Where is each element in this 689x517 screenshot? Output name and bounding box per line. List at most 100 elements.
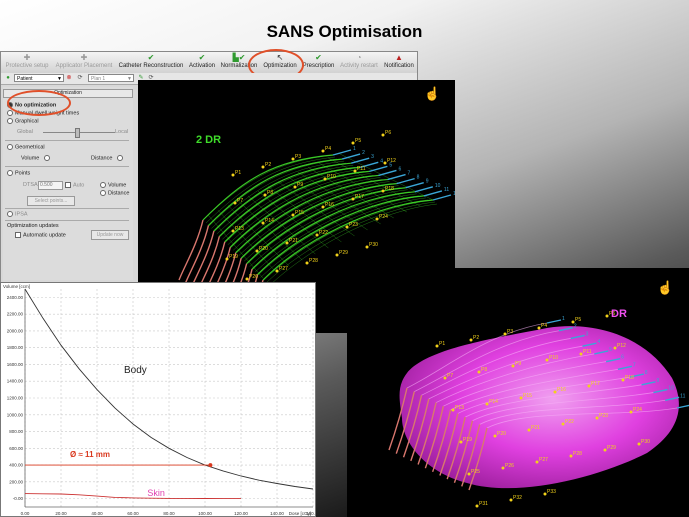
catheter-number: 1 xyxy=(562,316,565,322)
catheter-number: 6 xyxy=(621,355,624,361)
activation-button[interactable]: ✔ Activation xyxy=(187,53,217,72)
catheter-number: 11 xyxy=(444,187,449,193)
plan-select[interactable]: Plan 1 ▼ xyxy=(88,74,134,82)
dose-point-label: P8 xyxy=(267,190,273,196)
dose-point-label: P22 xyxy=(319,230,328,236)
dose-point-label: P24 xyxy=(633,407,642,413)
dose-point-label: P33 xyxy=(547,489,556,495)
dtsa-label: DTSA xyxy=(23,182,38,188)
plus-icon: ✚ xyxy=(23,53,31,62)
y-tick-label: 2000.00 xyxy=(7,328,24,333)
check-icon: ✔ xyxy=(315,53,322,62)
dose-point-label: P19 xyxy=(229,254,238,260)
dose-point-label: P1 xyxy=(235,170,241,176)
points-option[interactable]: Points xyxy=(7,170,30,176)
catheter-tip xyxy=(332,149,352,156)
catheter-number: 9 xyxy=(426,179,429,185)
catheter-number: 7 xyxy=(408,171,411,177)
dose-point-label: P12 xyxy=(617,343,626,349)
marker-label: Ø ≈ 11 mm xyxy=(70,450,110,459)
global-label: Global xyxy=(17,129,33,135)
update-now-button[interactable]: Update now xyxy=(91,230,129,240)
dose-point-label: P15 xyxy=(295,210,304,216)
dose-point-label: P16 xyxy=(557,387,566,393)
dose-point-label: P2 xyxy=(265,162,271,168)
graphical-option[interactable]: Graphical xyxy=(7,118,39,124)
dose-point-label: P4 xyxy=(325,146,331,152)
hand-icon[interactable]: ☝ xyxy=(657,280,673,296)
y-tick-label: 2200.00 xyxy=(7,312,24,317)
refresh-icon[interactable]: ⟳ xyxy=(76,74,84,82)
y-tick-label: 1600.00 xyxy=(7,362,24,367)
view-2dr-label: 2 DR xyxy=(196,134,222,146)
dose-point-label: P26 xyxy=(505,463,514,469)
catheter-number: 8 xyxy=(645,370,648,376)
prescription-button[interactable]: ✔ Prescription xyxy=(302,53,335,72)
catheter-tip xyxy=(405,182,424,189)
dose-point-label: P10 xyxy=(327,174,336,180)
catheter-tip xyxy=(432,194,452,201)
x-tick-label: 40.00 xyxy=(91,511,103,516)
hand-icon[interactable]: ☝ xyxy=(424,86,440,102)
catheter-tip xyxy=(387,173,406,181)
catheter-tip xyxy=(396,177,415,185)
dose-point-label: P7 xyxy=(447,373,453,379)
protective-setup-button[interactable]: ✚ Protective setup xyxy=(5,53,49,72)
dtsa-field[interactable]: 0.500 xyxy=(38,181,63,190)
view-dr[interactable]: 123456789101112 P1P2P3P4P5P6P7P8P9P10P11… xyxy=(347,268,689,517)
dose-point-label: P21 xyxy=(531,425,540,431)
dose-point-label: P20 xyxy=(259,246,268,252)
geometrical-option[interactable]: Geometrical xyxy=(7,144,45,150)
marker-point xyxy=(208,463,213,468)
dose-point-label: P8 xyxy=(481,367,487,373)
dose-point-label: P17 xyxy=(591,381,600,387)
x-tick-label: 80.00 xyxy=(163,511,175,516)
y-tick-label: -0.00 xyxy=(13,496,24,501)
auto-checkbox[interactable]: Auto xyxy=(65,182,84,188)
distance2-option[interactable]: Distance xyxy=(100,190,129,196)
catheter-number: 9 xyxy=(657,378,660,384)
x-tick-label: 20.00 xyxy=(55,511,67,516)
select-points-button[interactable]: Select points... xyxy=(27,196,75,206)
y-tick-label: 400.00 xyxy=(9,463,23,468)
volume-option[interactable]: Volume xyxy=(21,155,52,161)
dose-point-label: P23 xyxy=(599,413,608,419)
dose-point-label: P25 xyxy=(471,469,480,475)
catheter-number: 2 xyxy=(362,150,365,156)
dose-point-label: P4 xyxy=(541,323,547,329)
check-icon: ✔ xyxy=(147,53,155,62)
ipsa-option[interactable]: IPSA xyxy=(7,211,28,217)
patient-icon: ● xyxy=(6,75,10,81)
dose-point-label: P16 xyxy=(325,202,334,208)
dose-point-label: P2 xyxy=(473,335,479,341)
distance-option[interactable]: Distance xyxy=(91,155,125,161)
catheter-number: 11 xyxy=(680,393,685,399)
dose-point-label: P14 xyxy=(489,399,498,405)
optimization-updates-header: Optimization updates xyxy=(7,223,59,229)
dose-point-label: P6 xyxy=(385,130,391,136)
catheter-number: 2 xyxy=(574,324,577,330)
dvh-chart-svg: 0.00 20.00 40.00 60.00 80.00 100.00 120.00 140.… xyxy=(3,284,315,516)
dose-point-label: P11 xyxy=(583,349,592,355)
dose-point-label: P29 xyxy=(607,445,616,451)
applicator-placement-button[interactable]: ✚ Applicator Placement xyxy=(53,53,115,72)
notification-button[interactable]: ▲ Notification xyxy=(382,53,416,72)
catheter-reconstruction-button[interactable]: ✔ Catheter Reconstruction xyxy=(116,53,186,72)
x-tick-label: 100.00 xyxy=(198,511,212,516)
chevron-down-icon: ▼ xyxy=(127,76,132,82)
activity-restart-button[interactable]: ◔ Activity restart xyxy=(337,53,381,72)
dose-point-label: P30 xyxy=(641,439,650,445)
mesh-line xyxy=(233,177,381,251)
catheter-tip xyxy=(414,186,434,193)
dose-point-label: P26 xyxy=(249,274,258,280)
automatic-update-checkbox[interactable]: Automatic update xyxy=(15,232,66,238)
y-tick-label: 2400.00 xyxy=(7,295,24,300)
workflow-toolbar: ✚ Protective setup ✚ Applicator Placemen… xyxy=(1,52,417,74)
slider-handle[interactable] xyxy=(75,128,80,138)
volume2-option[interactable]: Volume xyxy=(100,182,126,188)
close-icon[interactable]: ⊗ xyxy=(65,74,73,82)
plus-icon: ✚ xyxy=(80,53,88,62)
dose-point-label: P19 xyxy=(463,437,472,443)
catheter-number: 12 xyxy=(453,191,455,197)
patient-select[interactable]: Patient ▼ xyxy=(14,74,64,82)
